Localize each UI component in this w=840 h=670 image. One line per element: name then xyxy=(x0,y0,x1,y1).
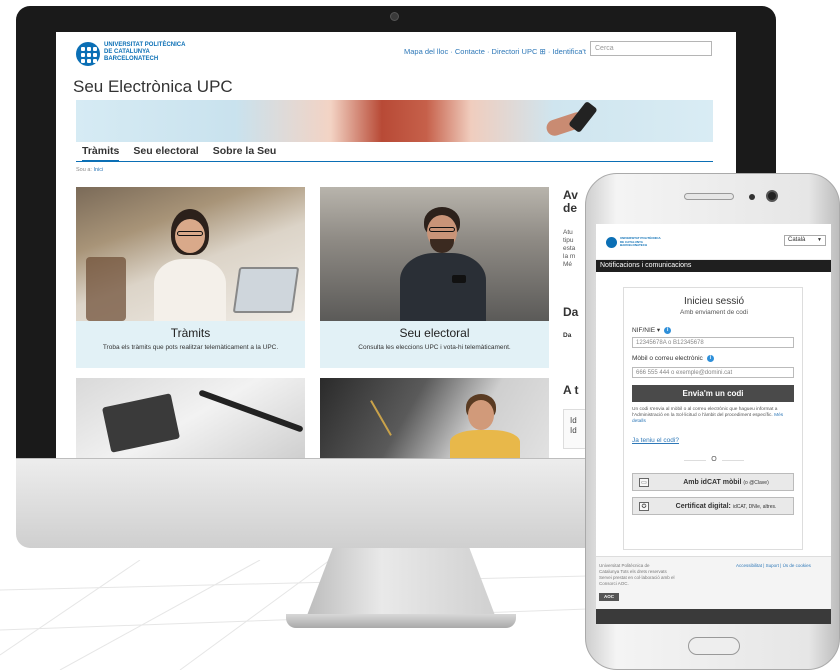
woman-with-phone-photo xyxy=(76,187,305,321)
section-title-bar: Notificacions i comunicacions xyxy=(596,260,831,272)
certificate-icon: ✪ xyxy=(639,502,649,511)
banner-image xyxy=(76,100,713,142)
camera-icon xyxy=(390,12,399,21)
phone-footer: Universitat Politècnica de Catalunya Tot… xyxy=(596,556,831,624)
top-links[interactable]: Mapa del lloc · Contacte · Directori UPC… xyxy=(404,47,586,56)
card-calculator[interactable] xyxy=(76,378,305,458)
front-camera-icon xyxy=(766,190,778,202)
site-header: UNIVERSITAT POLITÈCNICA DE CATALUNYA BAR… xyxy=(56,32,736,72)
certificate-label: Certificat digital: idCAT, DNIe, altres. xyxy=(675,503,777,510)
id-type-select[interactable]: NIF/NIE ▾ xyxy=(632,327,660,334)
card-seu-electoral[interactable]: Seu electoral Consulta les eleccions UPC… xyxy=(320,187,549,368)
monitor-stand-base xyxy=(286,614,516,628)
university-name[interactable]: UNIVERSITAT POLITÈCNICA DE CATALUNYA BAR… xyxy=(104,42,185,63)
login-card: Inicieu sessió Amb enviament de codi NIF… xyxy=(623,287,803,550)
man-with-phone-photo xyxy=(320,187,549,321)
smartphone-icon xyxy=(568,100,598,134)
breadcrumb: Sou a: Inici xyxy=(76,167,103,173)
speaker-grille xyxy=(684,193,734,200)
card-office[interactable] xyxy=(320,378,549,458)
idcat-mobile-button[interactable]: ▭ Amb idCAT mòbil (o @Clave) xyxy=(632,473,794,491)
tab-sobre-la-seu[interactable]: Sobre la Seu xyxy=(213,145,277,162)
breadcrumb-prefix: Sou a: xyxy=(76,167,92,173)
tab-seu-electoral[interactable]: Seu electoral xyxy=(133,145,198,162)
card-title: Seu electoral xyxy=(399,326,470,340)
login-subtitle: Amb enviament de codi xyxy=(680,309,748,316)
search-input[interactable]: Cerca xyxy=(590,41,712,56)
footer-legal-text: Universitat Politècnica de Catalunya Tot… xyxy=(599,563,675,586)
smartphone-device: UNIVERSITAT POLITÈCNICA DE CATALUNYA BAR… xyxy=(585,173,840,670)
monitor-stand xyxy=(306,548,496,618)
idcat-label: Amb idCAT mòbil (o @Clave) xyxy=(683,479,769,486)
card-title: Tràmits xyxy=(170,326,211,340)
calculator-photo xyxy=(76,378,305,458)
id-type-label[interactable]: NIF/NIE ▾ i xyxy=(632,326,672,334)
footer-links[interactable]: Accessibilitat | Suport | Ús de cookies xyxy=(736,563,811,568)
footer-bottom-bar xyxy=(596,609,831,624)
university-name: UNIVERSITAT POLITÈCNICA DE CATALUNYA BAR… xyxy=(620,236,661,247)
login-title: Inicieu sessió xyxy=(683,296,745,307)
sensor-icon xyxy=(749,194,755,200)
sidebar-heading-3: A t xyxy=(563,383,579,397)
main-tabs: Tràmits Seu electoral Sobre la Seu xyxy=(82,145,276,162)
info-icon[interactable]: i xyxy=(664,326,672,334)
tab-tramits[interactable]: Tràmits xyxy=(82,145,120,162)
send-code-button[interactable]: Envia'm un codi xyxy=(632,385,794,402)
sidebar-box-text: Id Id xyxy=(570,416,577,435)
phone-screen: UNIVERSITAT POLITÈCNICA DE CATALUNYA BAR… xyxy=(596,224,831,624)
contact-input[interactable]: 666 555 444 o exemple@domini.cat xyxy=(632,367,794,378)
or-separator: O xyxy=(706,456,722,463)
language-value: Català xyxy=(788,237,806,243)
chevron-down-icon: ▼ xyxy=(817,237,822,243)
man-at-desk-photo xyxy=(320,378,549,458)
upc-logo-icon[interactable] xyxy=(76,42,100,66)
sidebar-text: Atu tipu esta la m Mé xyxy=(563,229,576,268)
language-select[interactable]: Català ▼ xyxy=(784,235,826,246)
upc-logo-icon[interactable] xyxy=(606,237,617,248)
mobile-id-icon: ▭ xyxy=(639,478,649,487)
sidebar-text-2: Da xyxy=(563,332,572,339)
breadcrumb-home-link[interactable]: Inici xyxy=(93,167,103,173)
contact-label: Mòbil o correu electrònic i xyxy=(632,355,714,362)
tabs-divider xyxy=(76,161,713,162)
phone-header: UNIVERSITAT POLITÈCNICA DE CATALUNYA BAR… xyxy=(596,224,831,260)
have-code-link[interactable]: Ja teniu el codi? xyxy=(632,437,679,444)
contact-label-text: Mòbil o correu electrònic xyxy=(632,355,703,363)
sidebar-heading-2: Da xyxy=(563,305,579,319)
code-note: Un codi s'envia al mòbil o al correu ele… xyxy=(632,407,797,425)
card-description: Consulta les eleccions UPC i vota-hi tel… xyxy=(358,344,511,351)
card-tramits[interactable]: Tràmits Troba els tràmits que pots reali… xyxy=(76,187,305,368)
info-icon[interactable]: i xyxy=(706,355,714,362)
digital-certificate-button[interactable]: ✪ Certificat digital: idCAT, DNIe, altre… xyxy=(632,497,794,515)
aoc-logo: AOC xyxy=(599,593,619,601)
code-note-text: Un codi s'envia al mòbil o al correu ele… xyxy=(632,407,778,418)
page-title: Seu Electrònica UPC xyxy=(73,77,233,96)
id-number-input[interactable]: 12345678A o B12345678 xyxy=(632,337,794,348)
home-button[interactable] xyxy=(688,637,740,655)
card-description: Troba els tràmits que pots realitzar tel… xyxy=(102,344,279,351)
sidebar-heading: Av de xyxy=(563,188,578,215)
